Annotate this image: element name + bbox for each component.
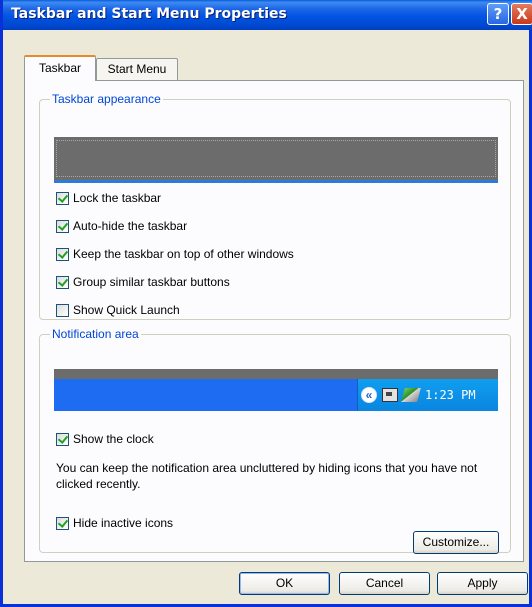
taskbar-appearance-group: Taskbar appearance Lock the taskbar Auto… [39, 92, 511, 320]
lock-taskbar-checkbox[interactable] [56, 191, 69, 205]
hide-inactive-checkbox[interactable] [56, 516, 69, 530]
close-icon: X [516, 5, 528, 23]
lock-taskbar-option[interactable]: Lock the taskbar [56, 190, 161, 206]
properties-dialog: Taskbar and Start Menu Properties ? X Ta… [0, 0, 532, 607]
quick-launch-checkbox[interactable] [56, 303, 69, 317]
display-icon [401, 388, 421, 402]
help-button[interactable]: ? [487, 3, 509, 25]
network-icon [382, 388, 398, 402]
ok-button[interactable]: OK [239, 572, 330, 595]
keep-on-top-label: Keep the taskbar on top of other windows [73, 247, 294, 261]
window-title: Taskbar and Start Menu Properties [11, 6, 287, 22]
auto-hide-option[interactable]: Auto-hide the taskbar [56, 218, 187, 234]
customize-button[interactable]: Customize... [413, 531, 499, 554]
group-buttons-option[interactable]: Group similar taskbar buttons [56, 274, 230, 290]
quick-launch-label: Show Quick Launch [73, 303, 180, 317]
taskbar-preview-image [54, 137, 498, 183]
notification-area-legend: Notification area [52, 327, 139, 341]
show-clock-option[interactable]: Show the clock [56, 431, 154, 447]
cancel-button[interactable]: Cancel [339, 572, 430, 595]
apply-button[interactable]: Apply [437, 572, 528, 595]
hide-inactive-option[interactable]: Hide inactive icons [56, 515, 173, 531]
group-buttons-checkbox[interactable] [56, 275, 69, 289]
notification-preview-image: « 1:23 PM [54, 369, 498, 411]
auto-hide-checkbox[interactable] [56, 219, 69, 233]
group-buttons-label: Group similar taskbar buttons [73, 275, 230, 289]
tray-clock: 1:23 PM [425, 388, 476, 402]
tab-panel: Taskbar appearance Lock the taskbar Auto… [24, 80, 524, 562]
keep-on-top-checkbox[interactable] [56, 247, 69, 261]
hide-inactive-label: Hide inactive icons [73, 516, 174, 530]
show-clock-label: Show the clock [73, 432, 154, 446]
taskbar-preview-focus-outline [56, 140, 496, 177]
lock-taskbar-label: Lock the taskbar [73, 191, 162, 205]
title-bar[interactable]: Taskbar and Start Menu Properties ? X [3, 0, 532, 30]
tab-taskbar[interactable]: Taskbar [24, 55, 96, 81]
system-tray: « 1:23 PM [357, 379, 498, 411]
notification-description: You can keep the notification area unclu… [56, 461, 478, 491]
tab-start-menu[interactable]: Start Menu [96, 58, 178, 80]
notification-area-group: Notification area « 1:23 PM Show the clo… [39, 327, 511, 554]
help-icon: ? [493, 5, 503, 23]
close-button[interactable]: X [511, 3, 532, 25]
show-clock-checkbox[interactable] [56, 432, 69, 446]
keep-on-top-option[interactable]: Keep the taskbar on top of other windows [56, 246, 294, 262]
chevron-left-icon: « [361, 387, 377, 403]
quick-launch-option[interactable]: Show Quick Launch [56, 302, 180, 318]
taskbar-appearance-legend: Taskbar appearance [52, 92, 161, 106]
auto-hide-label: Auto-hide the taskbar [73, 219, 188, 233]
